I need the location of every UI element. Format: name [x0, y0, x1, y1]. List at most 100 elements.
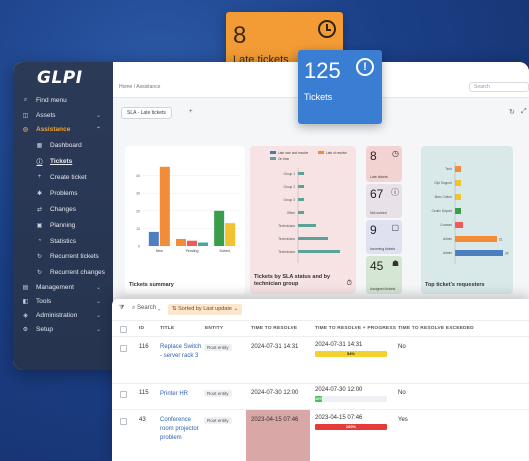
sidebar-item-changes[interactable]: ⇄ Changes	[35, 203, 76, 215]
sidebar-item-problems[interactable]: ✱ Problems	[35, 187, 77, 199]
breadcrumb[interactable]: Home / Assistance	[119, 84, 160, 90]
plus-icon: +	[37, 174, 42, 180]
bar	[455, 166, 461, 172]
statistics-icon: ◔	[37, 238, 42, 244]
time-to-resolve: 2024-07-31 14:31	[251, 344, 299, 350]
sort-badge[interactable]: ⇅ Sorted by Last update ⌄	[168, 304, 243, 315]
table-row[interactable]: 43 Conference room projector problem Roo…	[112, 409, 529, 461]
sidebar-item-label: Problems	[50, 189, 78, 197]
bar	[298, 185, 304, 188]
column-header-id[interactable]: ID	[139, 326, 144, 331]
bar	[455, 208, 461, 214]
bar	[298, 198, 304, 201]
tickets-summary-card: 0 10 20 30 40 New Pending Solved Tickets summar…	[125, 146, 245, 294]
add-dashboard-button[interactable]: +	[189, 109, 193, 115]
sidebar-item-recurrent-changes[interactable]: ↻ Recurrent changes	[35, 266, 105, 278]
bar	[455, 194, 461, 200]
sidebar-item-label: Assistance	[36, 125, 71, 133]
late-tickets-count: 8	[233, 22, 247, 49]
sidebar-item-label: Create ticket	[50, 173, 87, 181]
sidebar-item-assistance[interactable]: ◎ Assistance ⌃	[21, 123, 101, 135]
sidebar-item-dashboard[interactable]: ▦ Dashboard	[35, 139, 82, 151]
entity-badge[interactable]: Root entity	[204, 390, 232, 397]
table-row[interactable]: 116 Replace Switch - server rack 3 Root …	[112, 336, 529, 383]
mini-card-assigned[interactable]: 45 Assigned tickets ☗	[366, 256, 402, 294]
column-header-time-to-resolve[interactable]: TIME TO RESOLVE	[251, 326, 297, 331]
bar	[187, 240, 197, 246]
tickets-label: Tickets	[304, 92, 333, 102]
bar	[298, 211, 304, 214]
mini-card-late[interactable]: 8 Late tickets ◷	[366, 146, 402, 182]
progress-bar: 10%	[315, 396, 324, 402]
card-title: Top ticket's requesters	[425, 282, 485, 288]
entity-badge[interactable]: Root entity	[204, 344, 232, 351]
tickets-count-card[interactable]: 125 Tickets !	[298, 50, 382, 124]
category-label: Marc Cotton	[435, 195, 453, 199]
column-header-entity[interactable]: ENTITY	[205, 326, 223, 331]
row-checkbox[interactable]	[120, 345, 127, 352]
ticket-id: 43	[139, 417, 146, 423]
sidebar-item-create-ticket[interactable]: + Create ticket	[35, 171, 87, 183]
column-header-ttr-exceeded[interactable]: TIME TO RESOLVE EXCEEDED	[398, 326, 474, 331]
search-button[interactable]: ⌕ Search ⌄	[132, 305, 161, 312]
entity-badge[interactable]: Root entity	[204, 417, 232, 424]
ticket-title-link[interactable]: Printer HR	[160, 390, 204, 399]
table-toolbar: ⧩ ⌕ Search ⌄ ⇅ Sorted by Last update ⌄	[112, 299, 529, 321]
filter-icon[interactable]: ⧩	[119, 305, 124, 312]
sla-by-group-chart: Late own and resolve Late of resolve On ti…	[270, 151, 347, 263]
sidebar-item-label: Dashboard	[50, 141, 82, 149]
chevron-down-icon: ⌄	[96, 326, 102, 333]
data-label: 21	[499, 238, 503, 242]
sidebar-item-statistics[interactable]: ◔ Statistics	[35, 235, 76, 247]
bar	[148, 231, 159, 246]
recurrent-icon: ↻	[36, 269, 43, 276]
legend-swatch	[270, 157, 276, 160]
bar	[159, 166, 170, 246]
mini-card-incoming[interactable]: 9 Incoming tickets ▢	[366, 220, 402, 254]
sidebar-item-find-menu[interactable]: ⌕ Find menu	[21, 94, 67, 106]
ticket-title-link[interactable]: Conference room projector problem	[160, 416, 204, 443]
category-label: Group 1	[283, 172, 295, 176]
bar	[455, 236, 497, 242]
bar	[298, 172, 304, 175]
sidebar-item-tools[interactable]: ◧ Tools ⌄	[21, 295, 101, 307]
ticket-title-link[interactable]: Replace Switch - server rack 3	[160, 343, 204, 361]
changes-icon: ⇄	[36, 206, 43, 213]
select-all-checkbox[interactable]	[120, 326, 127, 333]
global-search-input[interactable]: Search	[469, 82, 529, 92]
sidebar-item-setup[interactable]: ⚙ Setup ⌄	[21, 323, 101, 335]
progress-date: 2024-07-31 14:31	[315, 342, 363, 348]
category-label: Admin	[443, 251, 452, 255]
bar	[455, 222, 463, 228]
sidebar-item-label: Tools	[36, 297, 52, 305]
row-checkbox[interactable]	[120, 418, 127, 425]
chevron-down-icon: ⌄	[96, 284, 102, 291]
column-header-title[interactable]: TITLE	[160, 326, 174, 331]
sidebar-item-management[interactable]: ▤ Management ⌄	[21, 281, 101, 293]
sidebar-item-label: Changes	[50, 205, 77, 213]
sidebar-item-label: Find menu	[36, 96, 67, 104]
row-checkbox[interactable]	[120, 391, 127, 398]
sidebar-item-administration[interactable]: ◈ Administration ⌄	[21, 309, 101, 321]
bar	[298, 224, 316, 227]
top-requesters-chart: Tech Glpi Support Marc Cotton Cedric Dupont…	[432, 162, 509, 264]
y-tick-label: 0	[138, 245, 140, 249]
category-label: Glpi Support	[434, 181, 452, 185]
category-label: Admin	[443, 237, 452, 241]
refresh-icon[interactable]: ↻	[509, 108, 515, 116]
table-row[interactable]: 115 Printer HR Root entity 2024-07-30 12…	[112, 383, 529, 409]
bar	[225, 223, 236, 246]
clock-icon	[318, 20, 336, 38]
sidebar-item-assets[interactable]: ◫ Assets ⌄	[21, 109, 101, 121]
sidebar-item-planning[interactable]: ▣ Planning	[35, 219, 76, 231]
fullscreen-icon[interactable]: ⤢	[521, 108, 527, 116]
wallet-icon: ▤	[22, 284, 29, 291]
ttr-exceeded: Yes	[398, 417, 408, 423]
progress-track: 10%	[315, 396, 387, 402]
sidebar-item-tickets[interactable]: ⓘ Tickets	[35, 155, 72, 167]
mini-card-not-solved[interactable]: 67 Not solved ⓘ	[366, 184, 402, 218]
column-header-ttr-progress[interactable]: TIME TO RESOLVE + PROGRESS	[315, 326, 396, 331]
sidebar-item-recurrent-tickets[interactable]: ↻ Recurrent tickets	[35, 250, 99, 262]
y-tick-label: 40	[136, 174, 140, 178]
dashboard-selector[interactable]: SLA - Late tickets	[121, 107, 172, 119]
